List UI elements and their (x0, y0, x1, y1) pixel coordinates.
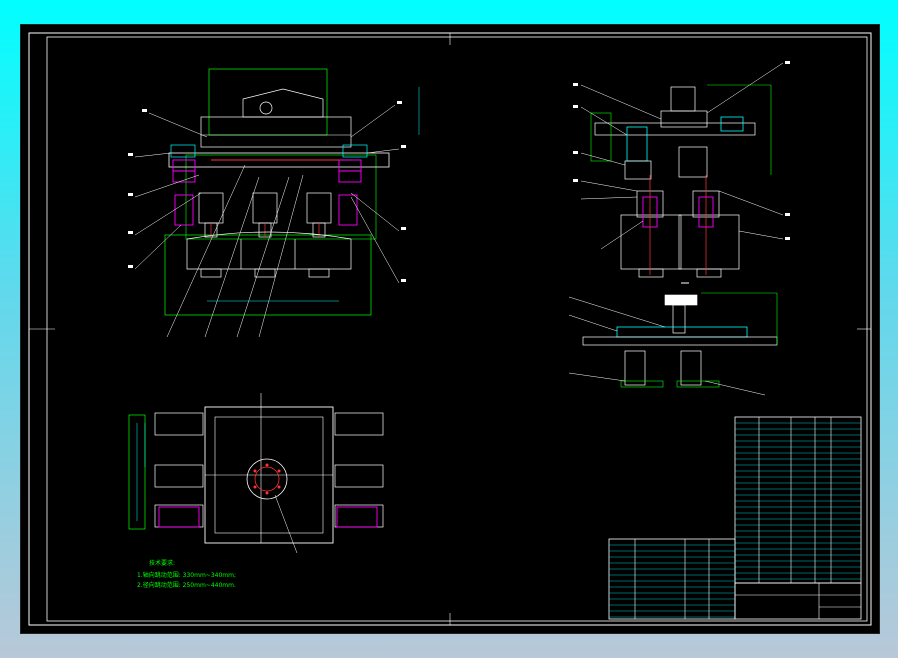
cad-drawing: 技术要求: 1.轴向跳动范围: 330mm~340mm; 2.径向跳动范围: 2… (28, 32, 872, 626)
top-view (128, 393, 384, 554)
tech-note-1: 1.轴向跳动范围: 330mm~340mm; (137, 571, 236, 579)
tech-notes-title: 技术要求: (149, 559, 175, 567)
drawing-sheet: 技术要求: 1.轴向跳动范围: 330mm~340mm; 2.径向跳动范围: 2… (20, 24, 880, 634)
inner-border (46, 36, 868, 622)
side-view (573, 61, 790, 284)
tech-notes: 技术要求: 1.轴向跳动范围: 330mm~340mm; 2.径向跳动范围: 2… (137, 559, 236, 589)
centering-marks (29, 33, 871, 625)
parts-list (734, 416, 862, 584)
section-view (568, 292, 778, 396)
outer-border (28, 32, 872, 626)
front-view (128, 68, 420, 338)
tech-note-2: 2.径向跳动范围: 250mm~440mm. (137, 581, 236, 589)
